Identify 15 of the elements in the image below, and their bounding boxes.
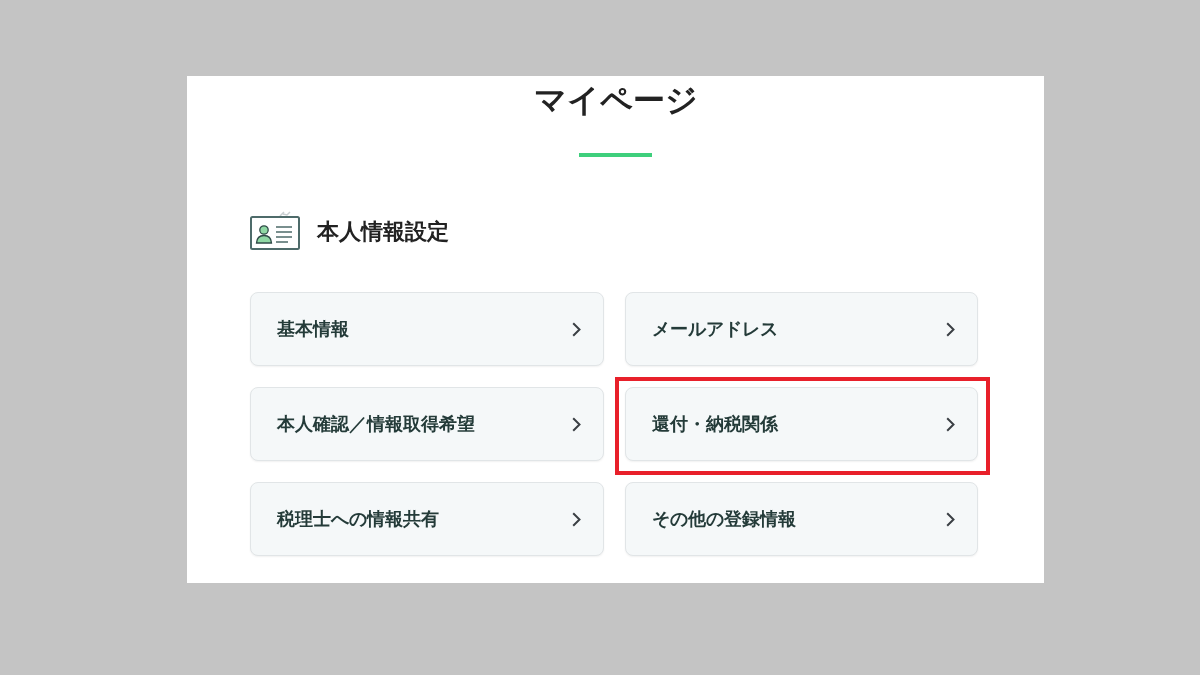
menu-item-button[interactable]: 基本情報 (250, 292, 604, 366)
chevron-right-icon (571, 416, 581, 432)
chevron-right-icon (946, 321, 955, 337)
menu-item-button[interactable]: メールアドレス (624, 292, 978, 366)
menu-item-button[interactable]: 本人確認／情報取得希望 (250, 387, 604, 461)
chevron-right-icon (946, 511, 955, 527)
chevron-right-icon (946, 416, 955, 432)
chevron-right-icon (571, 321, 581, 337)
menu-item-button[interactable]: 税理士への情報共有 (250, 482, 604, 556)
menu-item-button[interactable]: 還付・納税関係 (624, 387, 978, 461)
page-title: マイページ (533, 81, 698, 120)
chevron-right-icon (571, 511, 581, 527)
section-title: 本人情報設定 (317, 217, 449, 246)
menu-item-button[interactable]: その他の登録情報 (624, 482, 978, 556)
id-card-icon (250, 211, 301, 251)
